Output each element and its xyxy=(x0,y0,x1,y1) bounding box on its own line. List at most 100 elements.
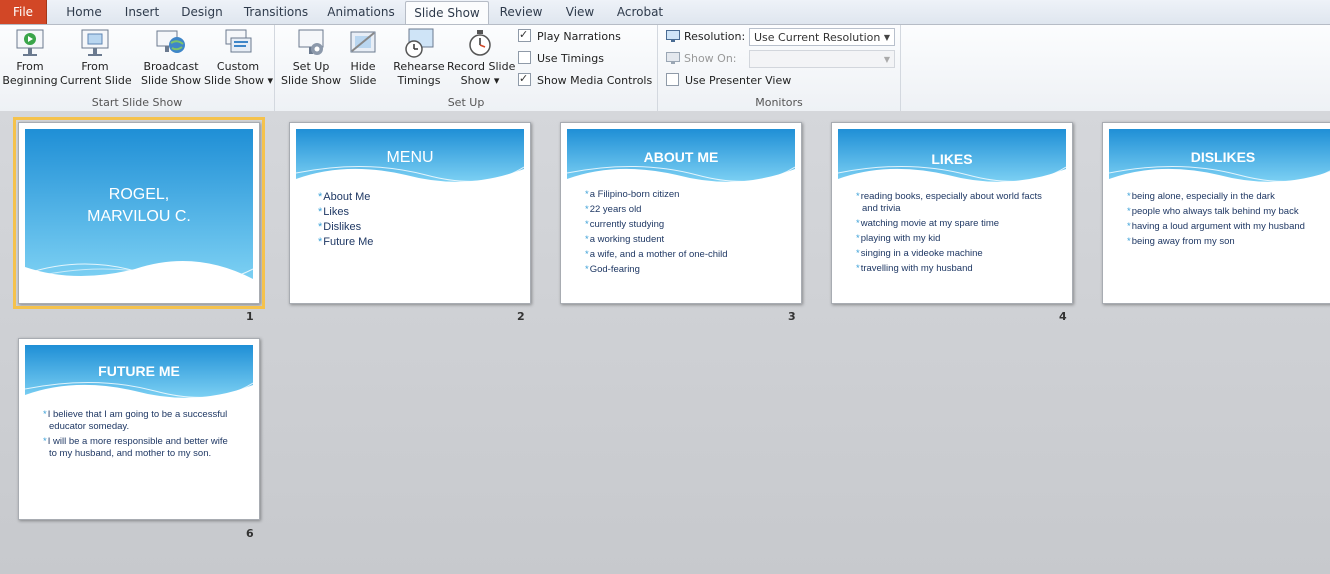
slide-thumbnail-5[interactable]: DISLIKES being alone, especially in the … xyxy=(1102,122,1330,304)
from-current-label-1: From xyxy=(81,60,109,73)
broadcast-slide-show-button[interactable]: Broadcast Slide Show xyxy=(139,27,203,91)
slide-thumbnail-3[interactable]: ABOUT ME a Filipino-born citizen 22 year… xyxy=(560,122,802,304)
from-beginning-icon xyxy=(16,29,44,56)
slide-5-title: DISLIKES xyxy=(1190,149,1256,165)
custom-slide-show-icon xyxy=(225,29,252,53)
slide-thumbnail-6[interactable]: FUTURE ME I believe that I am going to b… xyxy=(18,338,260,520)
slide-4-title: LIKES xyxy=(931,151,973,167)
slide-2-bullets: About Me Likes Dislikes Future Me xyxy=(318,191,518,251)
tab-transitions[interactable]: Transitions xyxy=(240,2,312,22)
record-slide-show-button[interactable]: Record Slide Show ▾ xyxy=(447,27,516,91)
bullet-item: singing in a videoke machine xyxy=(856,248,1046,260)
slide-thumbnail-2[interactable]: MENU About Me Likes Dislikes Future Me xyxy=(289,122,531,304)
slide-number-4: 4 xyxy=(1059,310,1067,323)
tab-view[interactable]: View xyxy=(560,2,600,22)
from-current-slide-icon xyxy=(81,29,109,56)
use-timings-checkbox[interactable]: Use Timings xyxy=(518,50,604,68)
tab-file[interactable]: File xyxy=(0,0,47,24)
group-label-set-up: Set Up xyxy=(447,96,485,109)
presenter-view-check-icon[interactable] xyxy=(666,73,679,86)
custom-label-2: Slide Show ▾ xyxy=(204,74,274,87)
use-timings-check-icon[interactable] xyxy=(518,51,531,64)
show-on-label-row: Show On: xyxy=(666,50,737,68)
bullet-item: playing with my kid xyxy=(856,233,1046,245)
bullet-item: a working student xyxy=(585,234,791,246)
resolution-value: Use Current Resolution xyxy=(754,31,881,44)
slide-5-bullets: being alone, especially in the dark peop… xyxy=(1127,191,1309,251)
custom-slide-show-button[interactable]: Custom Slide Show ▾ xyxy=(204,27,274,91)
show-on-dropdown[interactable]: ▼ xyxy=(749,50,895,68)
slide-thumbnail-1[interactable]: ROGEL, MARVILOU C. xyxy=(13,117,265,309)
tab-animations[interactable]: Animations xyxy=(324,2,398,22)
bullet-item: reading books, especially about world fa… xyxy=(856,191,1046,215)
bullet-item: I will be a more responsible and better … xyxy=(43,436,231,460)
show-media-check-icon[interactable] xyxy=(518,70,531,88)
play-narrations-check-icon[interactable] xyxy=(518,26,531,44)
ribbon: From Beginning From Current Slide Broadc… xyxy=(0,24,1330,112)
slide-thumbnail-4[interactable]: LIKES reading books, especially about wo… xyxy=(831,122,1073,304)
rehearse-timings-button[interactable]: Rehearse Timings xyxy=(391,27,447,91)
slide-4-bullets: reading books, especially about world fa… xyxy=(856,191,1046,278)
bullet-item: being away from my son xyxy=(1127,236,1309,248)
tab-review[interactable]: Review xyxy=(497,2,545,22)
tab-home[interactable]: Home xyxy=(60,2,108,22)
broadcast-icon xyxy=(156,30,185,53)
bullet-item: a Filipino-born citizen xyxy=(585,189,791,201)
resolution-label-row: Resolution: xyxy=(666,28,745,46)
tab-slide-show[interactable]: Slide Show xyxy=(405,1,489,25)
group-label-monitors: Monitors xyxy=(755,96,803,109)
bullet-item: God-fearing xyxy=(585,264,791,276)
group-start-slide-show: From Beginning From Current Slide Broadc… xyxy=(0,25,275,111)
from-current-slide-button[interactable]: From Current Slide xyxy=(60,27,132,91)
bullet-item: Dislikes xyxy=(318,221,518,233)
slide-3-title: ABOUT ME xyxy=(643,149,719,165)
resolution-dropdown[interactable]: Use Current Resolution ▼ xyxy=(749,28,895,46)
presenter-view-label: Use Presenter View xyxy=(685,74,792,87)
slide-1-title: ROGEL, xyxy=(108,186,170,203)
tab-insert[interactable]: Insert xyxy=(118,2,166,22)
slide-number-6: 6 xyxy=(246,527,254,540)
slide-6-bullets: I believe that I am going to be a succes… xyxy=(43,409,231,463)
hide-slide-button[interactable]: Hide Slide xyxy=(343,27,383,91)
broadcast-label-2: Slide Show xyxy=(140,74,202,87)
record-slide-show-icon xyxy=(469,30,491,56)
slide-2-title: MENU xyxy=(386,149,434,166)
group-monitors: Resolution: Use Current Resolution ▼ Sho… xyxy=(658,25,901,111)
hide-slide-icon xyxy=(350,31,376,53)
bullet-item: currently studying xyxy=(585,219,791,231)
rehearse-label-2: Timings xyxy=(397,74,441,87)
ribbon-tab-bar: File Home Insert Design Transitions Anim… xyxy=(0,0,1330,25)
rehearse-label-1: Rehearse xyxy=(393,60,445,73)
show-on-label: Show On: xyxy=(684,52,737,65)
bullet-item: 22 years old xyxy=(585,204,791,216)
hide-slide-label-1: Hide xyxy=(350,60,376,73)
record-label-2: Show ▾ xyxy=(460,74,500,87)
bullet-item: a wife, and a mother of one-child xyxy=(585,249,791,261)
bullet-item: watching movie at my spare time xyxy=(856,218,1046,230)
bullet-item: Likes xyxy=(318,206,518,218)
bullet-item: travelling with my husband xyxy=(856,263,1046,275)
record-label-1: Record Slide xyxy=(447,60,516,73)
show-media-controls-checkbox[interactable]: Show Media Controls xyxy=(518,70,652,90)
monitor-icon-disabled xyxy=(666,52,680,64)
custom-label-1: Custom xyxy=(216,60,260,73)
bullet-item: being alone, especially in the dark xyxy=(1127,191,1309,203)
from-current-label-2: Current Slide xyxy=(60,74,132,87)
set-up-label-2: Slide Show xyxy=(281,74,342,87)
play-narrations-checkbox[interactable]: Play Narrations xyxy=(518,26,621,46)
tab-design[interactable]: Design xyxy=(176,2,228,22)
from-beginning-button[interactable]: From Beginning xyxy=(2,27,58,91)
tab-acrobat[interactable]: Acrobat xyxy=(612,2,668,22)
use-presenter-view-checkbox[interactable]: Use Presenter View xyxy=(666,72,791,90)
play-narrations-label: Play Narrations xyxy=(537,30,621,43)
set-up-slide-show-button[interactable]: Set Up Slide Show xyxy=(281,27,341,91)
use-timings-label: Use Timings xyxy=(537,52,604,65)
chevron-down-icon: ▼ xyxy=(883,33,890,42)
slide-number-2: 2 xyxy=(517,310,525,323)
bullet-item: people who always talk behind my back xyxy=(1127,206,1309,218)
slide-6-title: FUTURE ME xyxy=(98,363,180,379)
hide-slide-label-2: Slide xyxy=(349,74,377,87)
rehearse-timings-icon xyxy=(405,28,434,58)
slide-sorter: ROGEL, MARVILOU C. 1 MENU About Me Likes… xyxy=(0,111,1330,574)
group-label-start-slide-show: Start Slide Show xyxy=(91,96,183,109)
